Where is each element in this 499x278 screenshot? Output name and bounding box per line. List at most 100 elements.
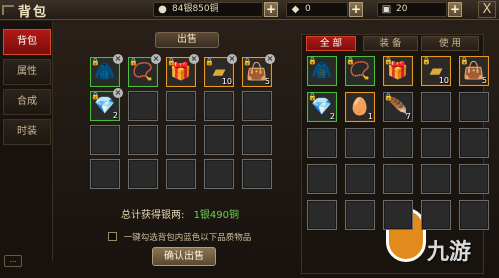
silver-value: 84银850铜	[172, 4, 219, 14]
sell-item-slot[interactable]: ▰ 🔒 × 10	[204, 54, 237, 87]
inventory-item-slot[interactable]: 🥚 1	[345, 92, 375, 122]
inventory-empty-slot[interactable]	[383, 200, 413, 230]
item-count: 7	[405, 112, 411, 121]
inventory-empty-slot[interactable]	[345, 128, 375, 158]
item-count: 5	[481, 76, 487, 85]
sell-item-slot[interactable]: 🧥 🔒 ×	[90, 54, 123, 87]
item-count: 2	[112, 111, 118, 120]
sell-empty-slot[interactable]	[128, 91, 158, 121]
inventory-empty-slot[interactable]	[307, 128, 337, 158]
auto-select-label: 一键勾选背包内蓝色以下品质物品	[123, 233, 252, 243]
game-window: 背包 ● 84银850铜 + ◆ 0 + ▣ 20 + X 背包 属性 合成 时…	[0, 0, 499, 278]
sidebar-item-synthesis[interactable]: 合成	[3, 89, 51, 115]
add-bag-button[interactable]: +	[448, 2, 462, 17]
coin-icon: ●	[158, 4, 167, 15]
lock-icon: 🔒	[129, 58, 138, 66]
inventory-item-slot[interactable]: 👜 🔒 5	[459, 56, 489, 86]
sidebar-item-attributes[interactable]: 属性	[3, 59, 51, 85]
total-value: 1银490铜	[193, 210, 240, 221]
inventory-item-slot[interactable]: 📿 🔒	[345, 56, 375, 86]
remove-icon[interactable]: ×	[151, 54, 161, 64]
inventory-empty-slot[interactable]	[383, 164, 413, 194]
sell-empty-slot[interactable]	[166, 159, 196, 189]
inventory-empty-slot[interactable]	[421, 200, 451, 230]
sell-item-slot[interactable]: 📿 🔒 ×	[128, 54, 161, 87]
diamond-display: ◆ 0	[286, 2, 348, 17]
sell-empty-slot[interactable]	[166, 125, 196, 155]
watermark-text: 九游	[427, 240, 472, 265]
inventory-empty-slot[interactable]	[307, 164, 337, 194]
sidebar-item-bag[interactable]: 背包	[3, 29, 51, 55]
lock-icon: 🔒	[422, 57, 431, 65]
sell-item-slot[interactable]: 💎 🔒 × 2	[90, 88, 123, 121]
more-button[interactable]: ...	[4, 255, 22, 267]
item-count: 10	[221, 77, 232, 86]
sell-item-slot[interactable]: 👜 🔒 × 5	[242, 54, 275, 87]
sell-empty-slot[interactable]	[204, 159, 234, 189]
lock-icon: 🔒	[384, 57, 393, 65]
inventory-empty-slot[interactable]	[459, 164, 489, 194]
title-ornament	[2, 5, 14, 15]
sidebar-item-fashion[interactable]: 时装	[3, 119, 51, 145]
inventory-empty-slot[interactable]	[421, 128, 451, 158]
sell-empty-slot[interactable]	[242, 159, 272, 189]
window-title: 背包	[18, 5, 49, 20]
inventory-empty-slot[interactable]	[307, 200, 337, 230]
tab-equipment[interactable]: 装 备	[363, 36, 418, 51]
sell-empty-slot[interactable]	[204, 91, 234, 121]
tab-all[interactable]: 全 部	[306, 36, 356, 51]
inventory-item-slot[interactable]: ▰ 🔒 10	[421, 56, 451, 86]
add-silver-button[interactable]: +	[264, 2, 278, 17]
silver-display: ● 84银850铜	[153, 2, 263, 17]
inventory-empty-slot[interactable]	[383, 128, 413, 158]
inventory-empty-slot[interactable]	[345, 164, 375, 194]
remove-icon[interactable]: ×	[189, 54, 199, 64]
remove-icon[interactable]: ×	[227, 54, 237, 64]
lock-icon: 🔒	[167, 58, 176, 66]
total-silver: 总计获得银两: 1银490铜	[121, 206, 239, 221]
sell-empty-slot[interactable]	[90, 125, 120, 155]
auto-select-checkbox[interactable]	[108, 232, 117, 241]
inventory-item-slot[interactable]: 💎 🔒 2	[307, 92, 337, 122]
close-button[interactable]: X	[478, 1, 496, 18]
lock-icon: 🔒	[346, 57, 355, 65]
lock-icon: 🔒	[384, 93, 393, 101]
sell-empty-slot[interactable]	[90, 159, 120, 189]
lock-icon: 🔒	[460, 57, 469, 65]
sell-empty-slot[interactable]	[128, 125, 158, 155]
lock-icon: 🔒	[243, 58, 252, 66]
sidebar: 背包 属性 合成 时装	[0, 21, 53, 261]
tab-use[interactable]: 使 用	[421, 36, 479, 51]
inventory-item-slot[interactable]: 🧥 🔒	[307, 56, 337, 86]
add-diamond-button[interactable]: +	[349, 2, 363, 17]
remove-icon[interactable]: ×	[265, 54, 275, 64]
inventory-empty-slot[interactable]	[459, 128, 489, 158]
sell-empty-slot[interactable]	[128, 159, 158, 189]
item-count: 10	[438, 76, 449, 85]
top-bar: 背包 ● 84银850铜 + ◆ 0 + ▣ 20 + X	[0, 0, 499, 20]
sell-empty-slot[interactable]	[242, 91, 272, 121]
diamond-value: 0	[305, 4, 311, 14]
sell-empty-slot[interactable]	[242, 125, 272, 155]
inventory-empty-slot[interactable]	[459, 92, 489, 122]
sell-empty-slot[interactable]	[166, 91, 196, 121]
sell-empty-slot[interactable]	[204, 125, 234, 155]
remove-icon[interactable]: ×	[113, 54, 123, 64]
total-label: 总计获得银两:	[121, 210, 185, 221]
item-count: 1	[367, 112, 373, 121]
confirm-sell-button[interactable]: 确认出售	[152, 247, 216, 266]
inventory-item-slot[interactable]: 🪶 🔒 7	[383, 92, 413, 122]
auto-select-row[interactable]: 一键勾选背包内蓝色以下品质物品	[108, 231, 251, 243]
lock-icon: 🔒	[91, 58, 100, 66]
inventory-empty-slot[interactable]	[421, 92, 451, 122]
inventory-empty-slot[interactable]	[345, 200, 375, 230]
item-count: 5	[264, 77, 270, 86]
lock-icon: 🔒	[308, 57, 317, 65]
inventory-empty-slot[interactable]	[459, 200, 489, 230]
sell-item-slot[interactable]: 🎁 🔒 ×	[166, 54, 199, 87]
inventory-item-slot[interactable]: 🎁 🔒	[383, 56, 413, 86]
inventory-empty-slot[interactable]	[421, 164, 451, 194]
remove-icon[interactable]: ×	[113, 88, 123, 98]
tab-sell[interactable]: 出售	[155, 32, 219, 48]
box-icon: ▣	[381, 4, 392, 15]
